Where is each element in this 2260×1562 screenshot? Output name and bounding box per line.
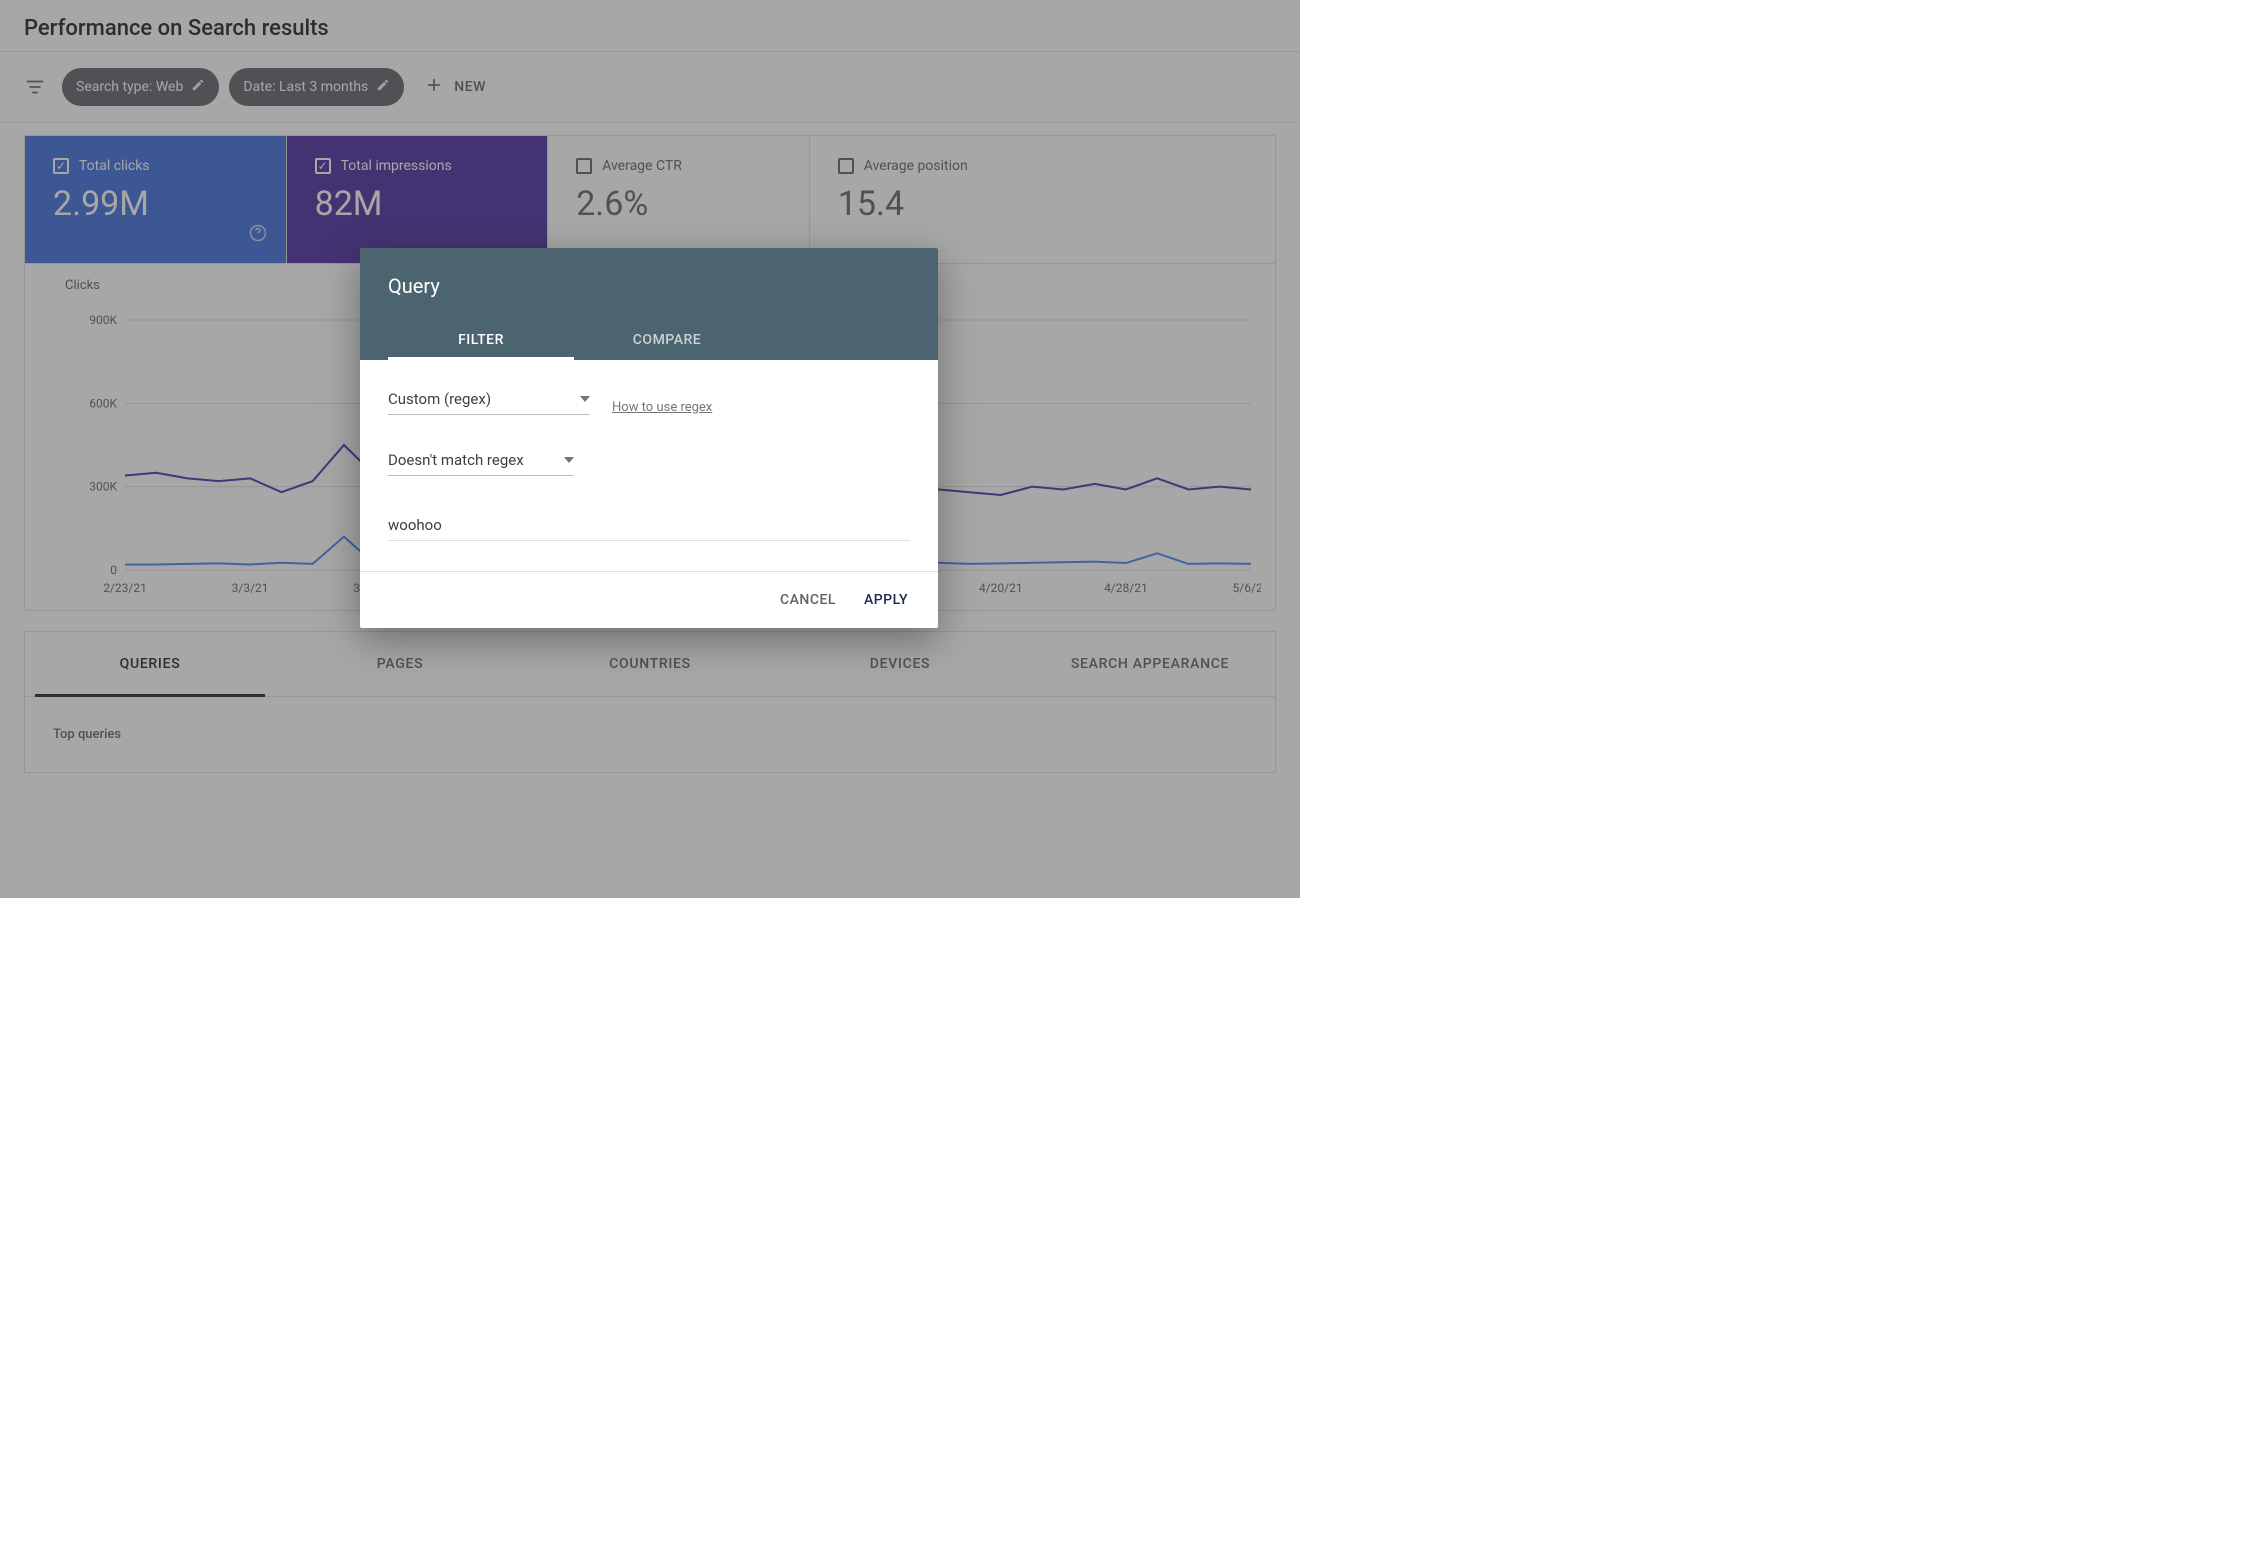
dropdown-arrow-icon: [564, 457, 574, 463]
dialog-body: Custom (regex) How to use regex Doesn't …: [360, 360, 938, 571]
dialog-tabs: FILTER COMPARE: [388, 320, 910, 360]
dialog-actions: CANCEL APPLY: [360, 571, 938, 628]
dropdown-arrow-icon: [580, 396, 590, 402]
filter-type-select[interactable]: Custom (regex): [388, 384, 590, 415]
cancel-button[interactable]: CANCEL: [770, 586, 846, 614]
dialog-tab-filter[interactable]: FILTER: [388, 320, 574, 360]
filter-type-value: Custom (regex): [388, 390, 491, 408]
dialog-title: Query: [388, 274, 910, 320]
regex-input[interactable]: [388, 506, 910, 541]
dialog-header: Query FILTER COMPARE: [360, 248, 938, 360]
query-filter-dialog: Query FILTER COMPARE Custom (regex) How …: [360, 248, 938, 628]
apply-button[interactable]: APPLY: [854, 586, 918, 614]
match-mode-value: Doesn't match regex: [388, 451, 524, 469]
dialog-tab-compare[interactable]: COMPARE: [574, 320, 760, 360]
match-mode-select[interactable]: Doesn't match regex: [388, 445, 574, 476]
regex-help-link[interactable]: How to use regex: [612, 400, 712, 415]
